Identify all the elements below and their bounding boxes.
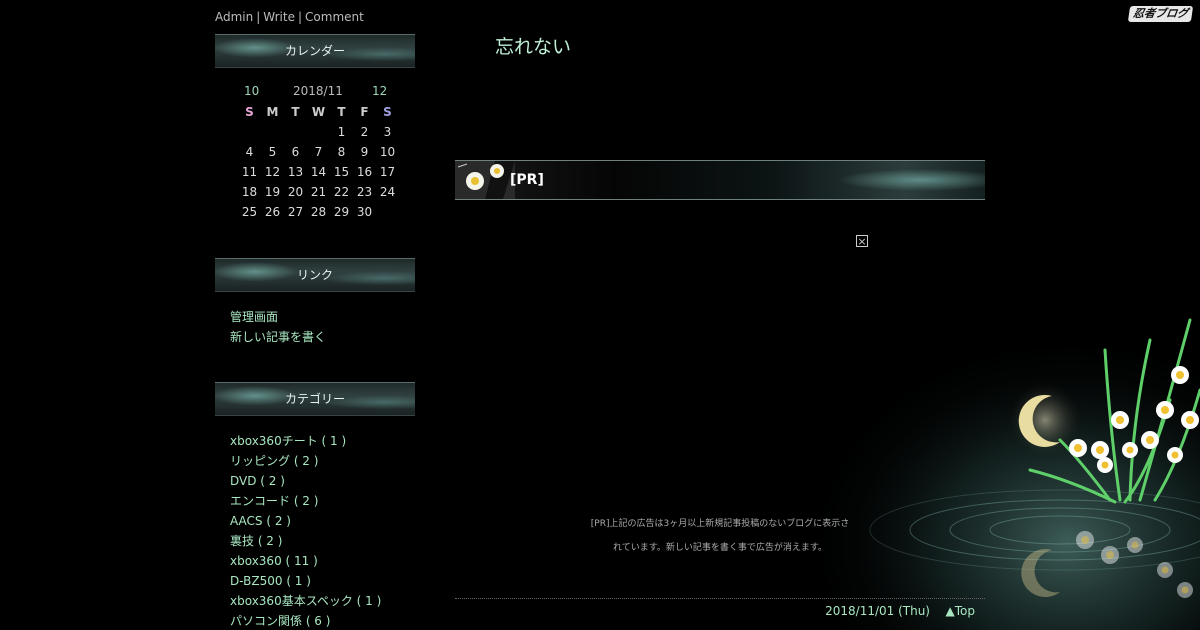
blog-title[interactable]: 忘れない (495, 32, 571, 59)
narcissus-thumbnail (455, 161, 515, 199)
category-link[interactable]: DVD ( 2 ) (230, 471, 381, 491)
pr-notice: [PR]上記の広告は3ヶ月以上新規記事投稿のないブログに表示さ れています。新し… (515, 512, 925, 560)
weekday-header: M (266, 105, 279, 119)
calendar-day: 23 (356, 185, 373, 199)
calendar-day: 14 (310, 165, 327, 179)
separator: | (256, 10, 261, 24)
weekday-header: W (311, 105, 326, 119)
page: 忍者ブログ Admin | Write | Comment カレンダー 10 2018/… (0, 0, 1200, 630)
calendar-day: 18 (241, 185, 258, 199)
calendar-day: 8 (337, 145, 346, 159)
admin-link[interactable]: Admin (215, 10, 253, 24)
calendar-day: 11 (241, 165, 258, 179)
category-link[interactable]: xbox360 ( 11 ) (230, 551, 381, 571)
calendar-day: 22 (333, 185, 350, 199)
calendar-empty-cell (261, 122, 284, 142)
calendar-day: 15 (333, 165, 350, 179)
calendar-day: 13 (287, 165, 304, 179)
category-link[interactable]: xbox360基本スペック ( 1 ) (230, 591, 381, 611)
entry-date: 2018/11/01 (Thu) (825, 604, 930, 618)
calendar-day: 29 (333, 205, 350, 219)
calendar-day: 1 (337, 125, 346, 139)
narcissus-moon-illustration (760, 280, 1200, 630)
calendar-day: 27 (287, 205, 304, 219)
weekday-header: T (291, 105, 300, 119)
category-link[interactable]: リッピング ( 2 ) (230, 451, 381, 471)
calendar: 10 2018/11 12 S M T W T F S 1 2 3 4 5 6 7 8 9 10 11 12 13 14… (238, 82, 418, 222)
sidebar-link[interactable]: 管理画面 (230, 307, 326, 327)
links-heading: リンク (215, 258, 415, 292)
calendar-day: 21 (310, 185, 327, 199)
calendar-grid: S M T W T F S 1 2 3 4 5 6 7 8 9 10 11 12 13 14 15 16 17 18 19 20 21… (238, 102, 418, 222)
calendar-day: 4 (245, 145, 254, 159)
category-link[interactable]: 裏技 ( 2 ) (230, 531, 381, 551)
calendar-day: 19 (264, 185, 281, 199)
calendar-day: 9 (360, 145, 369, 159)
calendar-day: 30 (356, 205, 373, 219)
category-link[interactable]: パソコン関係 ( 6 ) (230, 611, 381, 630)
calendar-empty-cell (284, 122, 307, 142)
calendar-day: 5 (268, 145, 277, 159)
links-list: 管理画面 新しい記事を書く (230, 307, 326, 347)
category-link[interactable]: AACS ( 2 ) (230, 511, 381, 531)
weekday-header: F (360, 105, 369, 119)
write-link[interactable]: Write (263, 10, 295, 24)
calendar-day: 17 (379, 165, 396, 179)
current-month: 2018/11 (293, 84, 343, 98)
prev-month-link[interactable]: 10 (244, 84, 259, 98)
calendar-day: 6 (291, 145, 300, 159)
calendar-day: 7 (314, 145, 323, 159)
calendar-nav: 10 2018/11 12 (238, 82, 418, 102)
comment-link[interactable]: Comment (305, 10, 364, 24)
calendar-day: 25 (241, 205, 258, 219)
category-link[interactable]: D-BZ500 ( 1 ) (230, 571, 381, 591)
calendar-heading: カレンダー (215, 34, 415, 68)
calendar-day: 10 (379, 145, 396, 159)
categories-heading: カテゴリー (215, 382, 415, 416)
calendar-day: 16 (356, 165, 373, 179)
ninja-blog-logo[interactable]: 忍者ブログ (1127, 6, 1194, 22)
next-month-link[interactable]: 12 (372, 84, 387, 98)
weekday-header: T (337, 105, 346, 119)
entry-footer: 2018/11/01 (Thu) ▲Top (455, 598, 985, 623)
calendar-day: 26 (264, 205, 281, 219)
pr-notice-line: [PR]上記の広告は3ヶ月以上新規記事投稿のないブログに表示さ (590, 519, 850, 529)
pr-notice-line: れています。新しい記事を書く事で広告が消えます。 (613, 543, 827, 553)
calendar-empty-cell (238, 122, 261, 142)
weekday-header: S (245, 105, 254, 119)
calendar-empty-cell (376, 202, 399, 222)
category-link[interactable]: xbox360チート ( 1 ) (230, 431, 381, 451)
calendar-day: 20 (287, 185, 304, 199)
category-list: xbox360チート ( 1 ) リッピング ( 2 ) DVD ( 2 ) エンコー… (230, 431, 381, 630)
weekday-header: S (383, 105, 392, 119)
calendar-day: 2 (360, 125, 369, 139)
pr-label: [PR] (510, 172, 544, 188)
calendar-day: 28 (310, 205, 327, 219)
back-to-top-link[interactable]: ▲Top (946, 604, 975, 618)
category-link[interactable]: エンコード ( 2 ) (230, 491, 381, 511)
calendar-day: 3 (383, 125, 392, 139)
close-ad-button[interactable]: × (856, 235, 868, 247)
calendar-empty-cell (307, 122, 330, 142)
pr-entry-header: [PR] (455, 160, 985, 200)
calendar-day: 24 (379, 185, 396, 199)
admin-bar: Admin | Write | Comment (215, 10, 364, 24)
separator: | (297, 10, 303, 24)
calendar-day: 12 (264, 165, 281, 179)
sidebar-link[interactable]: 新しい記事を書く (230, 327, 326, 347)
